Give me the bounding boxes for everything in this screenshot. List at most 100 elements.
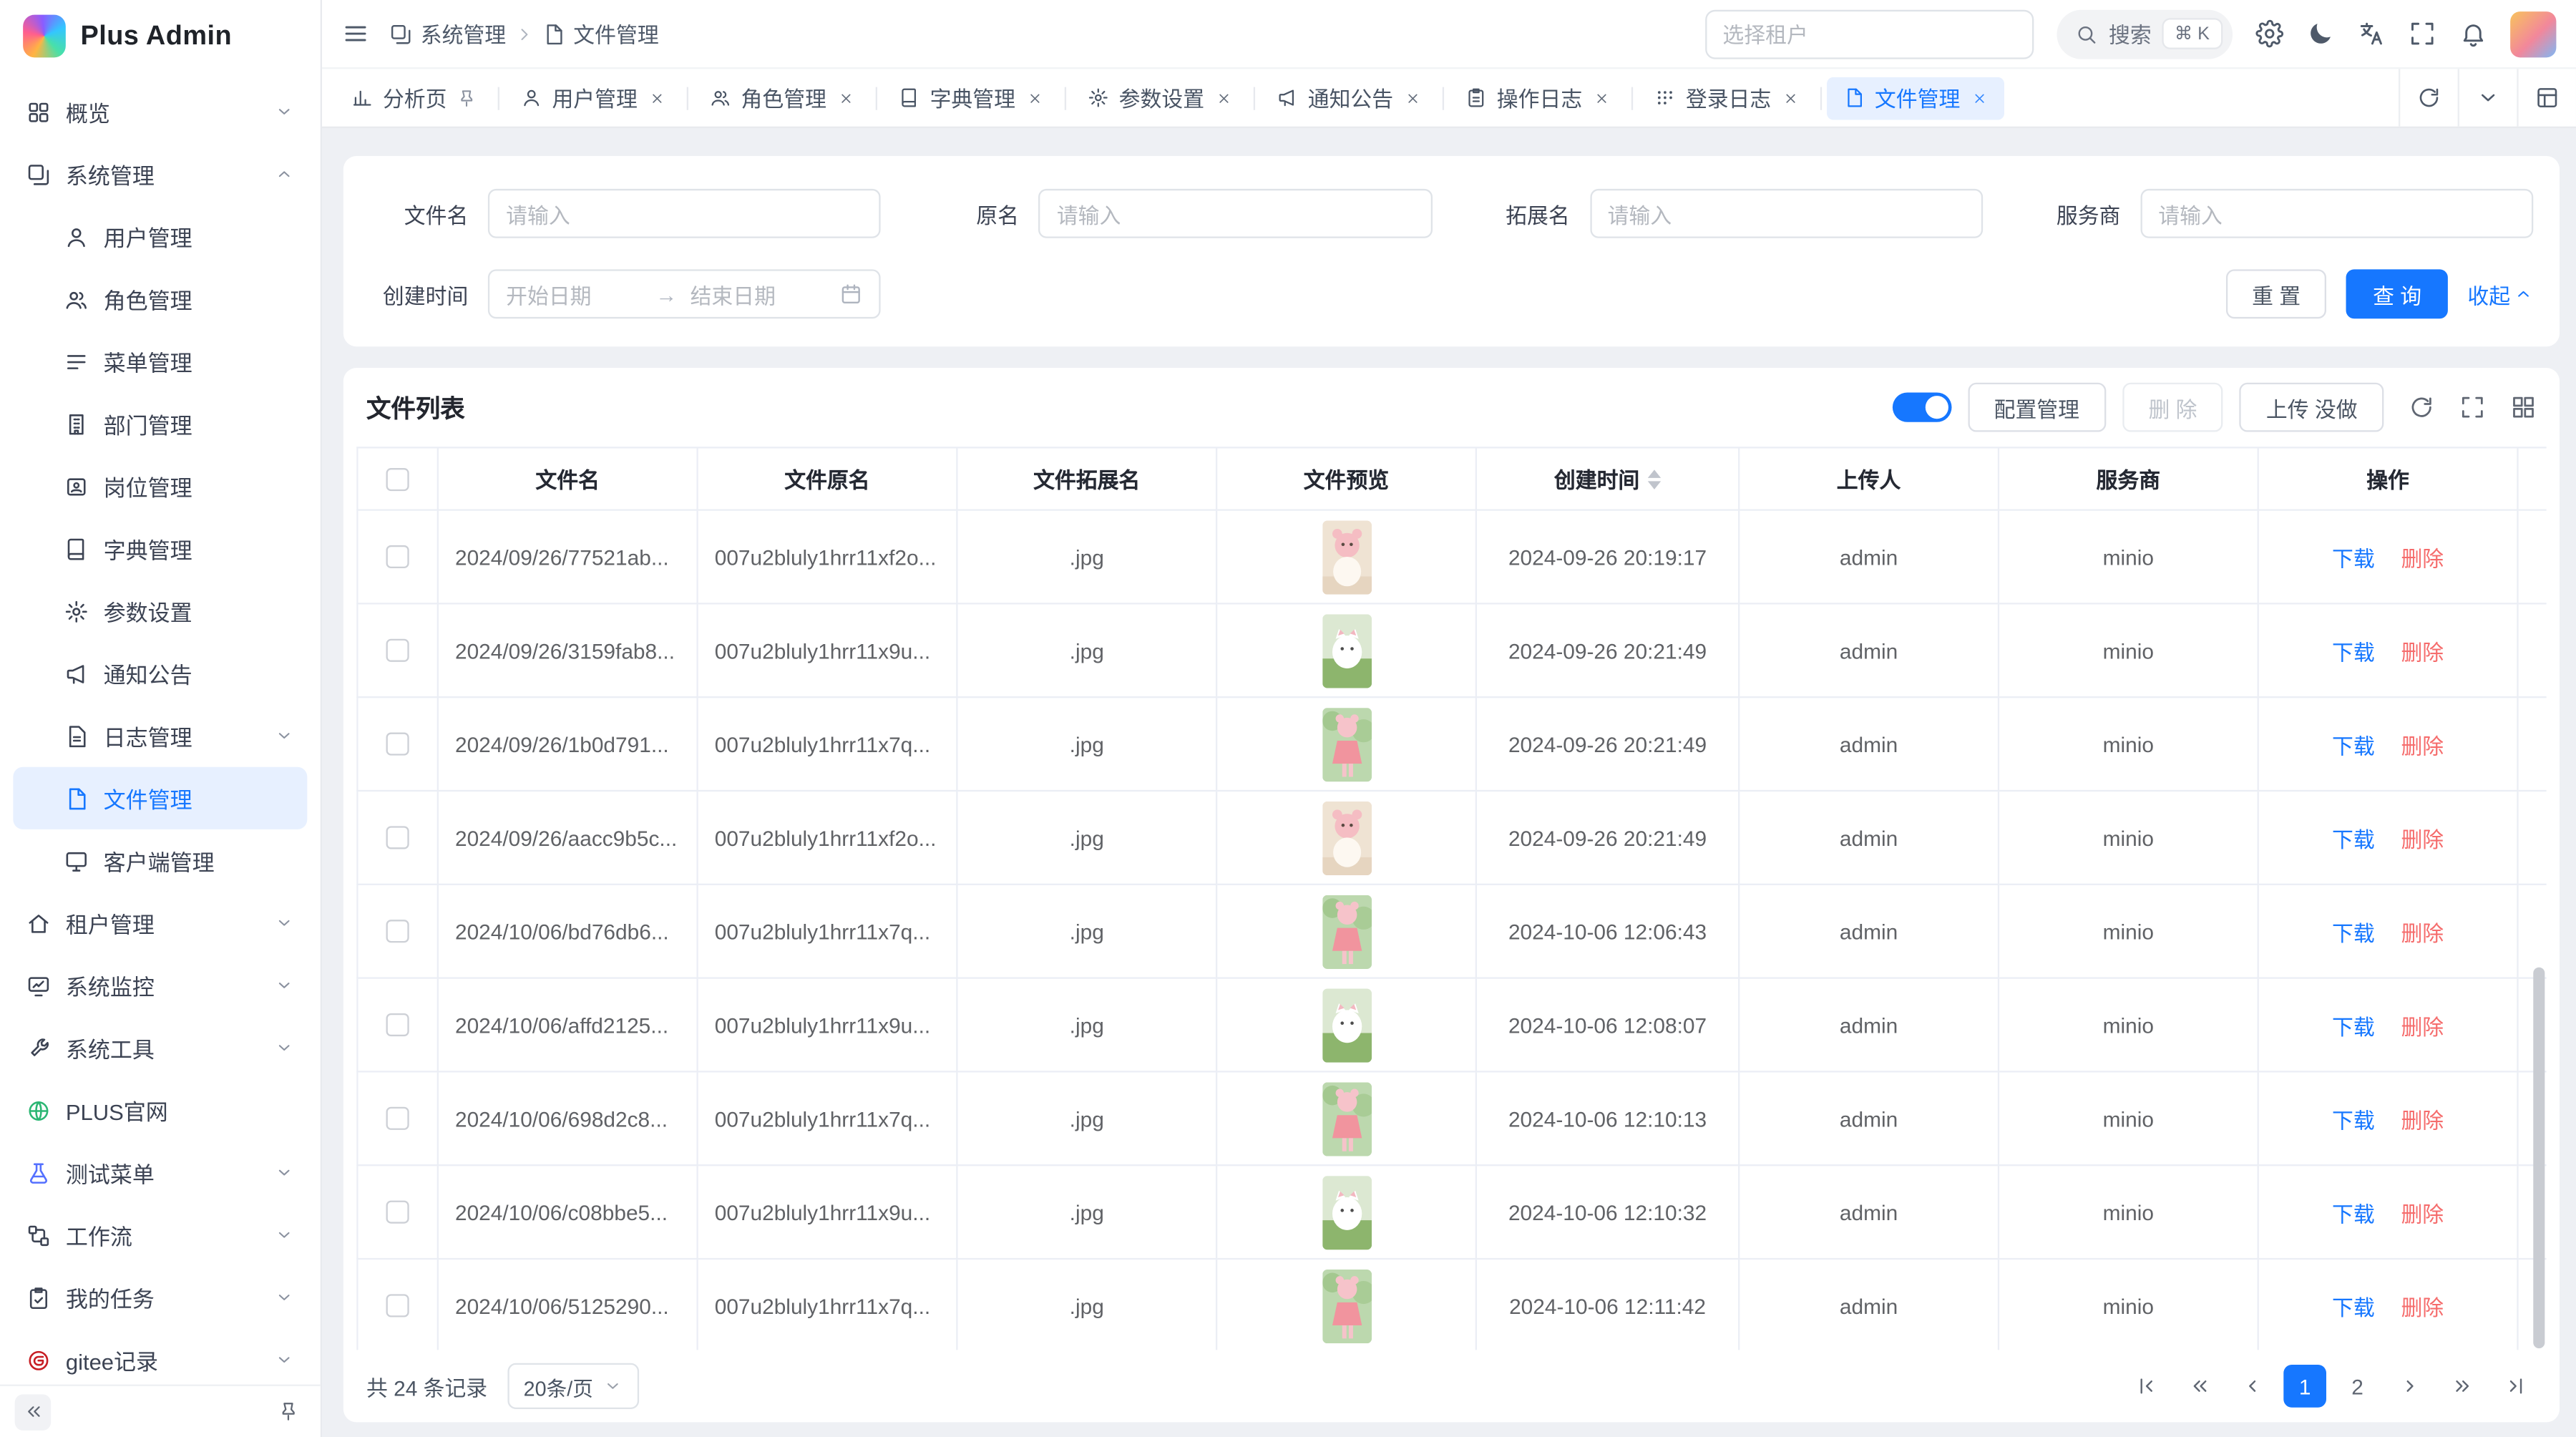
file-preview-thumb[interactable] (1322, 520, 1371, 593)
tab-dicts[interactable]: 字典管理 (882, 77, 1060, 120)
sidebar-item-posts[interactable]: 岗位管理 (13, 455, 307, 517)
download-link[interactable]: 下载 (2332, 915, 2375, 947)
provider-input[interactable]: 请输入 (2140, 189, 2533, 238)
download-link[interactable]: 下载 (2332, 1290, 2375, 1322)
dark-mode-button[interactable] (2306, 20, 2334, 48)
row-checkbox[interactable] (386, 1107, 409, 1130)
delete-link[interactable]: 删除 (2401, 729, 2444, 760)
header-cell[interactable]: 创建时间 (1477, 449, 1740, 511)
row-checkbox[interactable] (386, 1294, 409, 1317)
file-preview-thumb[interactable] (1322, 895, 1371, 968)
page-button-2[interactable]: 2 (2336, 1365, 2379, 1408)
sidebar-item-roles[interactable]: 角色管理 (13, 268, 307, 330)
delete-link[interactable]: 删除 (2401, 1197, 2444, 1228)
toolbar-toggle[interactable] (1892, 392, 1951, 422)
tab-files[interactable]: 文件管理 (1827, 77, 2004, 120)
delete-link[interactable]: 删除 (2401, 915, 2444, 947)
extension-input[interactable]: 请输入 (1589, 189, 1982, 238)
notifications-button[interactable] (2459, 20, 2487, 48)
close-icon[interactable] (1594, 89, 1610, 106)
download-link[interactable]: 下载 (2332, 541, 2375, 573)
reset-button[interactable]: 重 置 (2225, 269, 2326, 318)
header-cell[interactable]: 操作 (2259, 449, 2519, 511)
download-link[interactable]: 下载 (2332, 822, 2375, 854)
config-button[interactable]: 配置管理 (1968, 383, 2106, 432)
download-link[interactable]: 下载 (2332, 1009, 2375, 1041)
original-name-input[interactable]: 请输入 (1039, 189, 1432, 238)
column-settings-button[interactable] (2510, 394, 2537, 421)
sidebar-item-files[interactable]: 文件管理 (13, 767, 307, 829)
close-icon[interactable] (1405, 89, 1421, 106)
tab-refresh-button[interactable] (2399, 69, 2458, 126)
delete-link[interactable]: 删除 (2401, 1290, 2444, 1322)
app-logo[interactable]: Plus Admin (0, 0, 321, 72)
sidebar-item-test[interactable]: 测试菜单 (13, 1141, 307, 1204)
header-cell[interactable]: 上传人 (1740, 449, 1999, 511)
language-button[interactable] (2358, 20, 2386, 48)
file-preview-thumb[interactable] (1322, 707, 1371, 781)
close-icon[interactable] (1971, 89, 1988, 106)
sidebar-item-overview[interactable]: 概览 (13, 80, 307, 142)
sidebar-item-params[interactable]: 参数设置 (13, 580, 307, 642)
file-preview-thumb[interactable] (1322, 1081, 1371, 1155)
row-checkbox[interactable] (386, 545, 409, 568)
header-cell[interactable]: 文件原名 (698, 449, 958, 511)
row-checkbox[interactable] (386, 639, 409, 662)
tab-login-log[interactable]: 登录日志 (1638, 77, 1815, 120)
header-cell[interactable]: 文件名 (439, 449, 698, 511)
file-preview-thumb[interactable] (1322, 988, 1371, 1061)
sidebar-item-dicts[interactable]: 字典管理 (13, 517, 307, 580)
download-link[interactable]: 下载 (2332, 1197, 2375, 1228)
row-checkbox[interactable] (386, 1201, 409, 1224)
search-button[interactable]: 查 询 (2346, 269, 2447, 318)
sidebar-item-gitee[interactable]: gitee记录 (13, 1329, 307, 1385)
close-icon[interactable] (838, 89, 854, 106)
breadcrumb-item[interactable]: 文件管理 (542, 18, 659, 49)
tab-roles[interactable]: 角色管理 (693, 77, 871, 120)
date-range-input[interactable]: 开始日期 → 结束日期 (488, 269, 881, 318)
file-preview-thumb[interactable] (1322, 801, 1371, 875)
pin-icon[interactable] (457, 88, 477, 108)
file-preview-thumb[interactable] (1322, 1269, 1371, 1343)
row-checkbox[interactable] (386, 826, 409, 849)
sidebar-item-tools[interactable]: 系统工具 (13, 1017, 307, 1079)
header-cell[interactable]: 文件拓展名 (958, 449, 1218, 511)
page-size-select[interactable]: 20条/页 (507, 1363, 640, 1409)
close-icon[interactable] (1216, 89, 1232, 106)
file-preview-thumb[interactable] (1322, 1175, 1371, 1249)
settings-button[interactable] (2255, 20, 2283, 48)
sidebar-item-depts[interactable]: 部门管理 (13, 392, 307, 454)
row-checkbox[interactable] (386, 920, 409, 942)
jump-back-button[interactable] (2178, 1365, 2221, 1408)
row-checkbox[interactable] (386, 1013, 409, 1036)
sidebar-item-system[interactable]: 系统管理 (13, 143, 307, 205)
page-button-1[interactable]: 1 (2283, 1365, 2326, 1408)
tab-params[interactable]: 参数设置 (1071, 77, 1249, 120)
fullscreen-button[interactable] (2409, 20, 2436, 48)
sidebar-item-monitor[interactable]: 系统监控 (13, 954, 307, 1016)
header-cell[interactable]: 文件预览 (1217, 449, 1477, 511)
sidebar-pin-button[interactable] (270, 1393, 306, 1429)
sidebar-item-logs[interactable]: 日志管理 (13, 705, 307, 767)
fullscreen-table-button[interactable] (2459, 394, 2486, 421)
sidebar-item-tasks[interactable]: 我的任务 (13, 1266, 307, 1328)
sidebar-item-tenants[interactable]: 租户管理 (13, 892, 307, 954)
delete-button[interactable]: 删 除 (2122, 383, 2223, 432)
layout-settings-button[interactable] (2517, 69, 2576, 126)
collapse-sidebar-button[interactable] (15, 1393, 52, 1429)
tab-op-log[interactable]: 操作日志 (1449, 77, 1626, 120)
table-scrollbar[interactable] (2533, 968, 2545, 1348)
prev-page-button[interactable] (2231, 1365, 2274, 1408)
file-preview-thumb[interactable] (1322, 613, 1371, 687)
close-icon[interactable] (649, 89, 665, 106)
sidebar-item-website[interactable]: PLUS官网 (13, 1079, 307, 1141)
sidebar-item-notices[interactable]: 通知公告 (13, 642, 307, 704)
upload-button[interactable]: 上传 没做 (2240, 383, 2384, 432)
refresh-table-button[interactable] (2409, 394, 2435, 421)
select-all-checkbox[interactable] (386, 467, 409, 490)
delete-link[interactable]: 删除 (2401, 541, 2444, 573)
download-link[interactable]: 下载 (2332, 1103, 2375, 1134)
delete-link[interactable]: 删除 (2401, 1009, 2444, 1041)
tab-notices[interactable]: 通知公告 (1260, 77, 1438, 120)
close-icon[interactable] (1782, 89, 1799, 106)
